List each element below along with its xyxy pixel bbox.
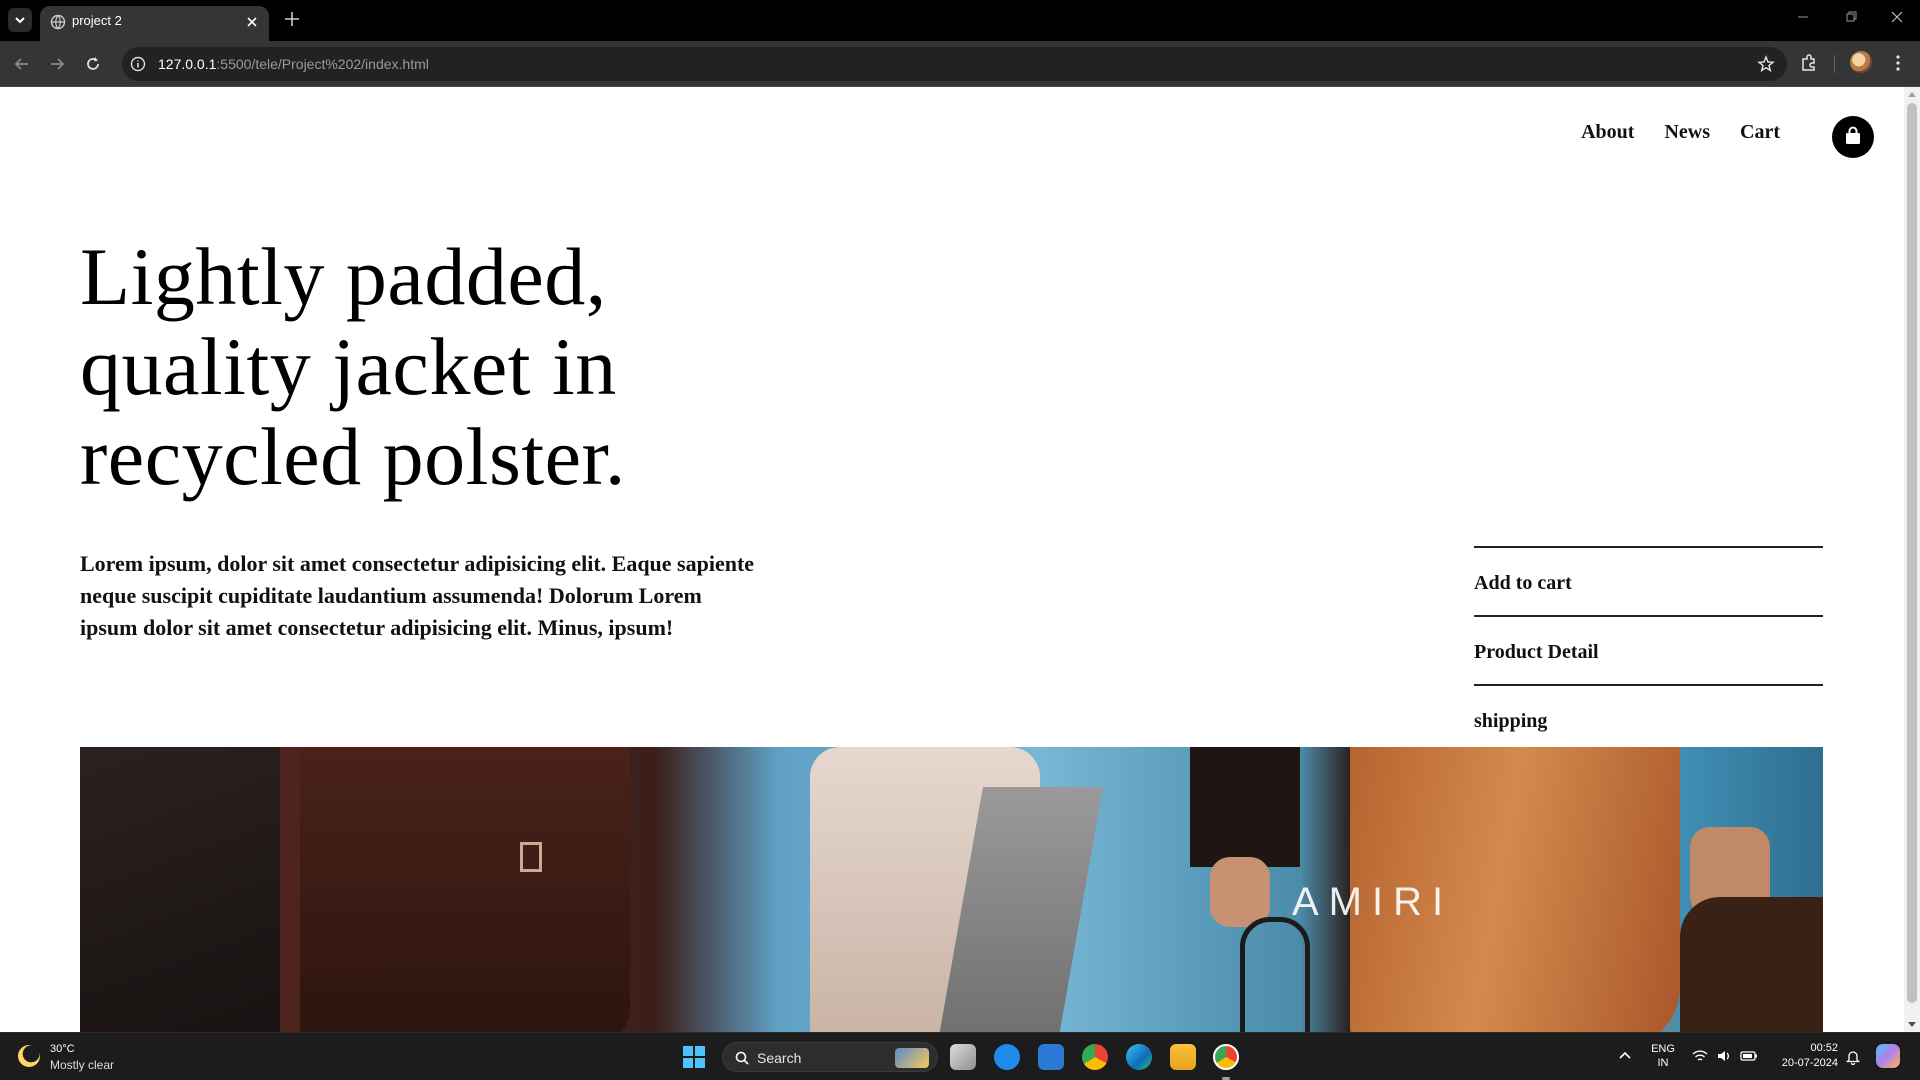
image-hand [1210, 857, 1270, 927]
clock-date[interactable]: 20-07-2024 [1772, 1057, 1838, 1069]
image-figure-left-jacket [80, 747, 280, 1032]
new-tab-icon[interactable] [282, 9, 302, 29]
taskbar-search-box[interactable]: Search [722, 1042, 938, 1072]
nav-cart-link[interactable]: Cart [1740, 121, 1780, 144]
volume-icon[interactable] [1716, 1049, 1732, 1063]
shopping-bag-button[interactable] [1832, 116, 1874, 158]
chevron-up-icon[interactable] [1618, 1049, 1632, 1063]
browser-toolbar: 127.0.0.1:5500/tele/Project%202/index.ht… [0, 41, 1920, 87]
forward-arrow-icon[interactable] [47, 54, 67, 74]
windows-taskbar: 30°C Mostly clear Search ENG IN 00:52 20… [0, 1032, 1920, 1080]
add-to-cart-link[interactable]: Add to cart [1474, 546, 1823, 615]
chevron-down-icon [15, 17, 25, 24]
search-highlight-image [895, 1048, 929, 1068]
image-dark-bag [1680, 897, 1823, 1032]
reload-icon[interactable] [83, 54, 103, 74]
nav-about-link[interactable]: About [1581, 121, 1634, 144]
search-icon [735, 1051, 749, 1065]
weather-description[interactable]: Mostly clear [50, 1058, 114, 1072]
shopping-bag-icon [1846, 126, 1860, 144]
hero-fashion-image: AMIRI [80, 747, 1823, 1032]
url-text: 127.0.0.1:5500/tele/Project%202/index.ht… [158, 56, 429, 72]
profile-avatar[interactable] [1850, 51, 1872, 73]
scroll-up-arrow-icon[interactable] [1908, 92, 1916, 97]
taskbar-search-label: Search [757, 1050, 802, 1066]
bookmark-star-icon[interactable] [1757, 55, 1775, 73]
web-page: About News Cart Lightly padded, quality … [0, 87, 1920, 1032]
close-tab-icon[interactable] [245, 15, 259, 29]
mail-icon[interactable] [1038, 1044, 1064, 1070]
site-info-icon[interactable] [130, 56, 146, 72]
image-figure-brown-coat [300, 747, 630, 1032]
minimize-icon[interactable] [1796, 10, 1810, 24]
kebab-menu-icon[interactable] [1888, 53, 1908, 73]
close-window-icon[interactable] [1890, 10, 1904, 24]
image-belt-buckle [520, 842, 542, 872]
weather-moon-icon[interactable] [18, 1045, 40, 1067]
chrome-active-icon[interactable] [1213, 1044, 1239, 1070]
edge-icon[interactable] [1126, 1044, 1152, 1070]
copilot-icon[interactable] [1876, 1044, 1900, 1068]
restore-icon[interactable] [1844, 10, 1858, 24]
image-bag-handle [1240, 917, 1310, 1032]
chrome-icon[interactable] [1082, 1044, 1108, 1070]
product-detail-link[interactable]: Product Detail [1474, 615, 1823, 684]
language-code[interactable]: ENG [1650, 1043, 1676, 1055]
nav-news-link[interactable]: News [1664, 121, 1710, 144]
hero-description: Lorem ipsum, dolor sit amet consectetur … [80, 551, 755, 640]
address-bar[interactable]: 127.0.0.1:5500/tele/Project%202/index.ht… [122, 47, 1787, 81]
shipping-link[interactable]: shipping [1474, 684, 1823, 753]
extensions-puzzle-icon[interactable] [1799, 53, 1819, 73]
battery-icon[interactable] [1740, 1049, 1758, 1063]
notification-bell-icon[interactable] [1846, 1049, 1860, 1065]
task-view-icon[interactable] [950, 1044, 976, 1070]
windows-start-icon[interactable] [683, 1046, 705, 1068]
file-explorer-icon[interactable] [1170, 1044, 1196, 1070]
browser-tab-bar: project 2 [0, 0, 1920, 41]
scroll-down-arrow-icon[interactable] [1908, 1022, 1916, 1027]
scrollbar-thumb[interactable] [1907, 103, 1917, 1003]
back-arrow-icon[interactable] [12, 54, 32, 74]
hero-headline: Lightly padded, quality jacket in recycl… [80, 231, 626, 502]
url-host: 127.0.0.1 [158, 56, 217, 72]
tab-title: project 2 [72, 13, 122, 28]
language-region[interactable]: IN [1650, 1057, 1676, 1069]
toolbar-divider [1834, 55, 1835, 73]
safari-like-app-icon[interactable] [994, 1044, 1020, 1070]
browser-tab-active[interactable]: project 2 [40, 6, 269, 41]
product-side-menu: Add to cart Product Detail shipping [1474, 546, 1823, 753]
image-brand-text: AMIRI [1292, 880, 1454, 924]
url-path: :5500/tele/Project%202/index.html [216, 56, 429, 72]
tab-search-button[interactable] [8, 8, 32, 32]
top-nav: About News Cart [1551, 121, 1780, 144]
wifi-icon[interactable] [1692, 1049, 1708, 1063]
globe-icon [50, 14, 66, 30]
page-scrollbar[interactable] [1904, 87, 1920, 1032]
weather-temperature[interactable]: 30°C [50, 1043, 75, 1055]
clock-time[interactable]: 00:52 [1772, 1042, 1838, 1054]
image-leather-sleeve [1190, 747, 1300, 867]
